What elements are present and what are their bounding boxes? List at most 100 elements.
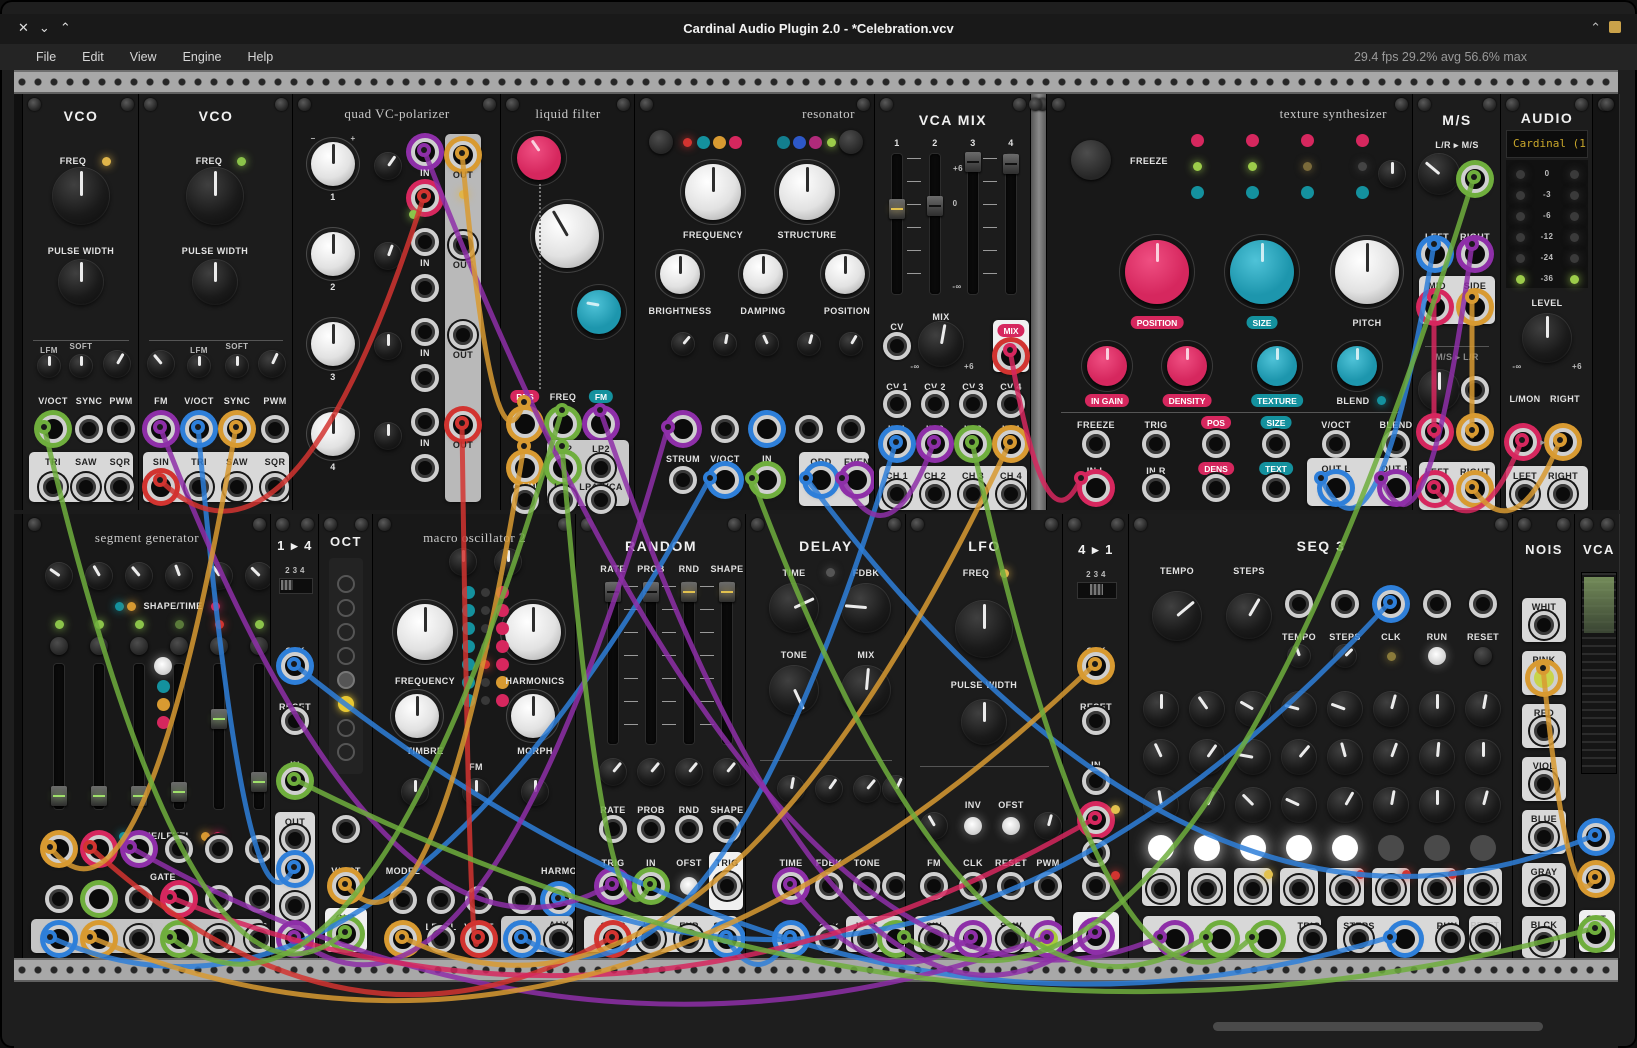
device-display[interactable]: Cardinal (1 bbox=[1506, 130, 1588, 158]
shape-knob-5[interactable] bbox=[206, 563, 232, 589]
steps-trim[interactable] bbox=[1334, 645, 1356, 667]
seq-knob-r2c7[interactable] bbox=[1420, 740, 1454, 774]
ch1-in-b-jack[interactable] bbox=[411, 184, 439, 212]
shape-handle[interactable] bbox=[719, 582, 735, 602]
structure-knob[interactable] bbox=[779, 164, 835, 220]
lp4-output-jack[interactable] bbox=[549, 486, 577, 514]
rate-atten[interactable] bbox=[600, 759, 626, 785]
seq-knob-r1c6[interactable] bbox=[1374, 692, 1408, 726]
sin-output-jack[interactable] bbox=[920, 925, 948, 953]
seq-knob-r3c5[interactable] bbox=[1328, 788, 1362, 822]
morph-atten-knob[interactable] bbox=[522, 779, 548, 805]
seq-knob-r2c3[interactable] bbox=[1236, 740, 1270, 774]
ch4-atten-knob[interactable] bbox=[375, 423, 401, 449]
damping-cv-jack[interactable] bbox=[753, 415, 781, 443]
ch3-atten-knob[interactable] bbox=[375, 333, 401, 359]
pwm-input-jack[interactable] bbox=[107, 415, 135, 443]
cv2-jack[interactable] bbox=[921, 390, 949, 418]
lfm-switch[interactable] bbox=[188, 355, 210, 377]
gain-input-jack[interactable] bbox=[511, 486, 539, 514]
ch4-output-jack[interactable] bbox=[997, 480, 1025, 508]
seq-knob-r3c6[interactable] bbox=[1374, 788, 1408, 822]
voct-input-jack[interactable] bbox=[185, 415, 213, 443]
time-atten[interactable] bbox=[778, 776, 804, 802]
mode-button-right[interactable] bbox=[839, 130, 863, 154]
expand-icon[interactable]: ⌃ bbox=[1590, 20, 1601, 35]
pwm-input-jack[interactable] bbox=[1034, 872, 1062, 900]
in1-jack[interactable] bbox=[883, 430, 911, 458]
cv-atten-5[interactable] bbox=[840, 333, 862, 355]
lin-output-jack[interactable] bbox=[637, 925, 665, 953]
in-jack[interactable] bbox=[637, 872, 665, 900]
clk-input-jack[interactable] bbox=[281, 652, 309, 680]
trig-output-jack[interactable] bbox=[713, 872, 741, 900]
decode-knob[interactable] bbox=[1419, 370, 1459, 410]
ch1-knob[interactable] bbox=[311, 142, 355, 186]
seg-button-6[interactable] bbox=[250, 637, 268, 655]
steps-cv-jack[interactable] bbox=[1331, 590, 1359, 618]
timbre-input-jack[interactable] bbox=[427, 886, 455, 914]
trig-input-jack[interactable] bbox=[599, 872, 627, 900]
clk-jack[interactable] bbox=[1391, 925, 1419, 953]
size-input-jack[interactable] bbox=[1262, 430, 1290, 458]
tempo-cv-jack[interactable] bbox=[1285, 590, 1313, 618]
rnd-cv-jack[interactable] bbox=[675, 815, 703, 843]
ch4-in-a-jack[interactable] bbox=[411, 408, 439, 436]
menu-file[interactable]: File bbox=[36, 50, 56, 64]
out-jack-1[interactable] bbox=[281, 825, 309, 853]
fm-atten-knob[interactable] bbox=[463, 779, 489, 805]
steps-switch[interactable] bbox=[1077, 582, 1117, 599]
fdbk-knob[interactable] bbox=[842, 584, 890, 632]
seg-handle-1[interactable] bbox=[51, 786, 67, 806]
sqr-output-jack[interactable] bbox=[1034, 925, 1062, 953]
time-cv-jack[interactable] bbox=[777, 872, 805, 900]
harmonics-knob[interactable] bbox=[505, 604, 561, 660]
outl-jack[interactable] bbox=[1322, 474, 1350, 502]
seg-out-5[interactable] bbox=[205, 925, 233, 953]
seq-knob-r2c8[interactable] bbox=[1466, 740, 1500, 774]
fm-input-jack[interactable] bbox=[147, 415, 175, 443]
step-light-5[interactable] bbox=[1332, 835, 1358, 861]
freeze-button[interactable] bbox=[1071, 140, 1111, 180]
seq-knob-r2c1[interactable] bbox=[1144, 740, 1178, 774]
pulse-width-knob[interactable] bbox=[59, 260, 103, 304]
reset-input-jack[interactable] bbox=[281, 707, 309, 735]
inl-jack[interactable] bbox=[1082, 474, 1110, 502]
odd-output-jack[interactable] bbox=[807, 466, 835, 494]
gate-jack-1[interactable] bbox=[1147, 875, 1175, 903]
tl-jack-6[interactable] bbox=[245, 835, 273, 863]
in-jack-4[interactable] bbox=[1082, 872, 1110, 900]
model-sel-knob-1[interactable] bbox=[450, 549, 476, 575]
mid-output-jack[interactable] bbox=[1421, 293, 1449, 321]
gate-jack-6[interactable] bbox=[245, 885, 273, 913]
mid-input-jack[interactable] bbox=[1421, 418, 1449, 446]
step-light-2[interactable] bbox=[1194, 835, 1220, 861]
prob-handle[interactable] bbox=[643, 582, 659, 602]
cv3-output-jack[interactable] bbox=[1253, 925, 1281, 953]
cv1-output-jack[interactable] bbox=[1161, 925, 1189, 953]
mix-output-jack[interactable] bbox=[997, 342, 1025, 370]
shape-atten[interactable] bbox=[714, 759, 740, 785]
shape-knob-3[interactable] bbox=[126, 563, 152, 589]
fdbk-cv-jack[interactable] bbox=[815, 872, 843, 900]
seq-knob-r1c8[interactable] bbox=[1466, 692, 1500, 726]
rate-handle[interactable] bbox=[605, 582, 621, 602]
seg-handle-2[interactable] bbox=[91, 786, 107, 806]
ch1-out-jack[interactable] bbox=[449, 141, 477, 169]
morph-input-jack[interactable] bbox=[508, 886, 536, 914]
pink-jack[interactable] bbox=[1530, 664, 1558, 692]
ch2-out-jack[interactable] bbox=[449, 231, 477, 259]
tl-jack-1[interactable] bbox=[45, 835, 73, 863]
seg-handle-4[interactable] bbox=[171, 782, 187, 802]
menu-engine[interactable]: Engine bbox=[183, 50, 222, 64]
brightness-cv-jack[interactable] bbox=[669, 415, 697, 443]
step-light-7[interactable] bbox=[1424, 835, 1450, 861]
encode-knob[interactable] bbox=[1419, 154, 1459, 194]
gate-jack-2[interactable] bbox=[1193, 875, 1221, 903]
seq-knob-r3c8[interactable] bbox=[1466, 788, 1500, 822]
horizontal-scrollbar[interactable] bbox=[1213, 1022, 1543, 1031]
mode-icon-loop[interactable] bbox=[154, 657, 172, 675]
ingain-knob[interactable] bbox=[1087, 346, 1127, 386]
sqr-output-jack[interactable] bbox=[106, 473, 134, 501]
saw-output-jack[interactable] bbox=[997, 925, 1025, 953]
